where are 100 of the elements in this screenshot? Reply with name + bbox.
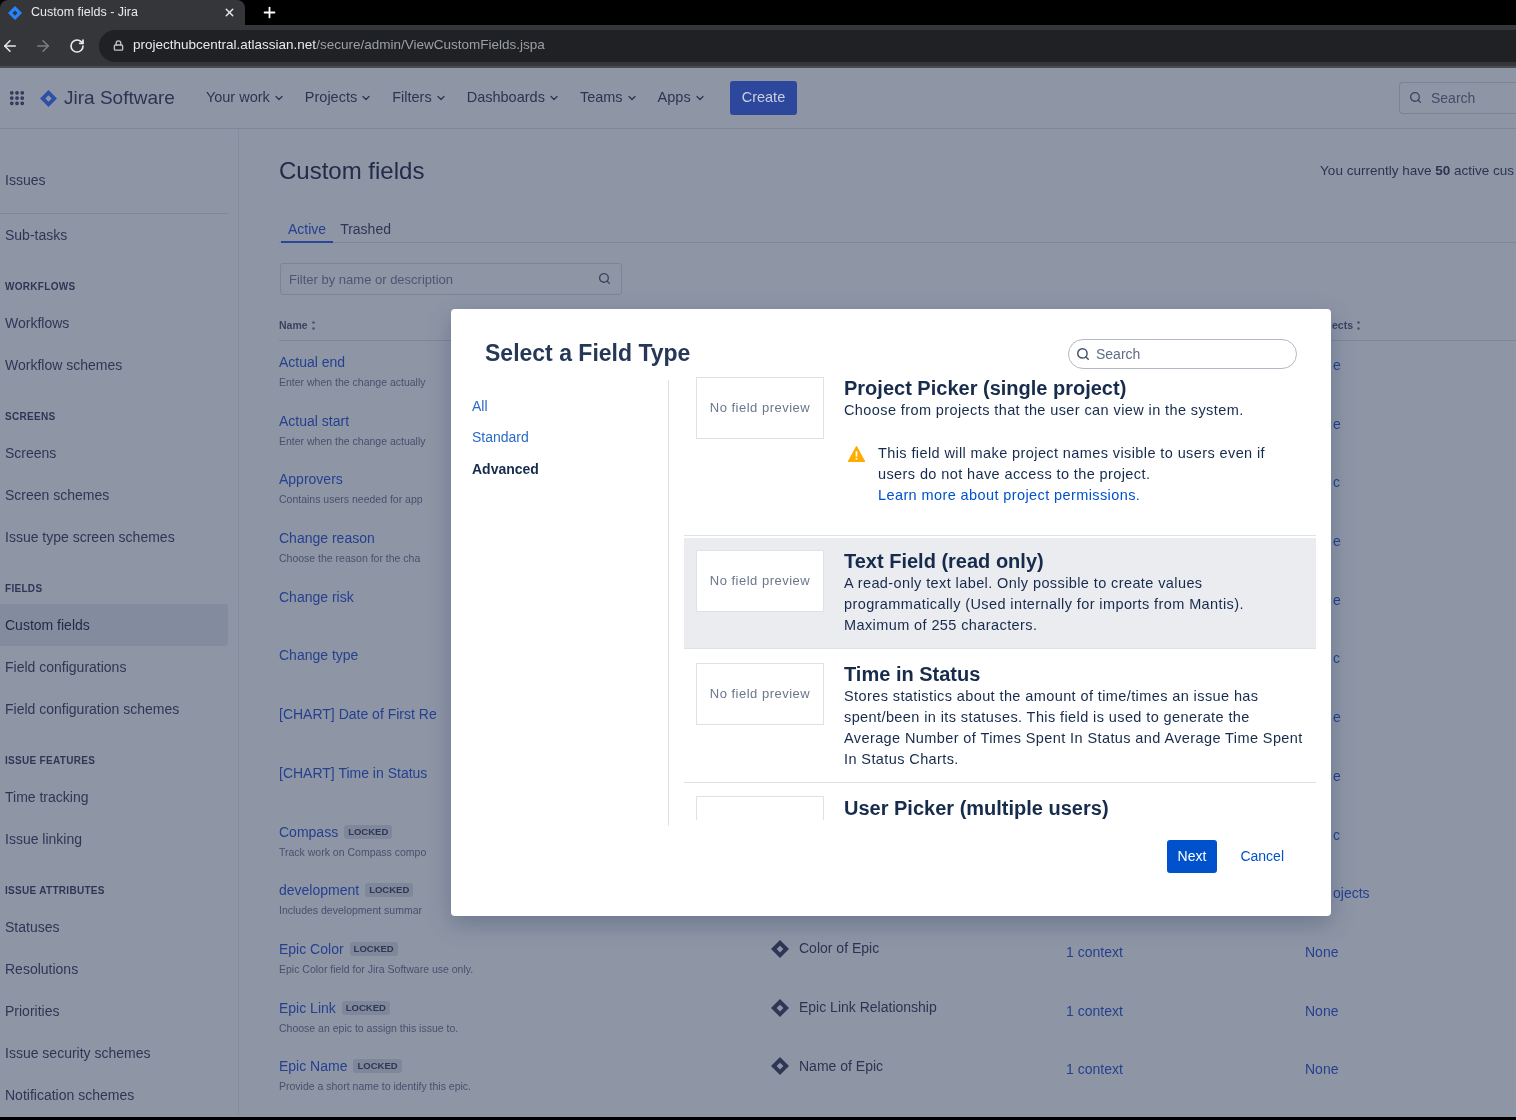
category-link[interactable]: All	[472, 396, 488, 415]
address-bar[interactable]: projecthubcentral.atlassian.net/secure/admin/ViewCustomFields.jspa	[99, 29, 1516, 62]
category-link[interactable]: Standard	[472, 428, 529, 447]
cell-link[interactable]: e	[1333, 357, 1341, 373]
field-type-option[interactable]: No field preview Text Field (read only) A read-only text label. Only possible to create values programmatically (Used internally for imports from Mantis). Maximum of 255 characters.	[684, 538, 1316, 649]
locked-badge: LOCKED	[341, 1000, 390, 1015]
cell-link[interactable]: e	[1333, 709, 1341, 726]
cell-link[interactable]: e	[1333, 591, 1341, 608]
sidebar-item[interactable]: Field configuration schemes	[0, 688, 228, 730]
cancel-button[interactable]: Cancel	[1229, 840, 1295, 873]
sidebar-item[interactable]: Screens	[0, 432, 228, 474]
reload-icon[interactable]	[69, 37, 85, 54]
filter-field[interactable]: Filter by name or description	[280, 263, 622, 295]
app-grid-icon[interactable]	[8, 89, 26, 107]
cell-link[interactable]: None	[1305, 1002, 1339, 1019]
field-name-link[interactable]: Epic Name	[279, 1057, 348, 1076]
field-name-link[interactable]: [CHART] Time in Status	[279, 763, 428, 782]
search-field[interactable]: Search	[1068, 339, 1297, 369]
close-icon[interactable]	[223, 6, 236, 19]
category-link[interactable]: Advanced	[472, 459, 539, 478]
context-link[interactable]: 1 context	[1066, 943, 1123, 960]
field-name-link[interactable]: Compass	[279, 822, 339, 841]
field-name-link[interactable]: Change risk	[279, 587, 354, 606]
nav-menu[interactable]: Your work	[195, 82, 295, 114]
diamond-icon	[771, 998, 789, 1017]
sidebar-item[interactable]: Time tracking	[0, 776, 228, 818]
cell-link[interactable]: e	[1333, 533, 1341, 550]
nav-menu[interactable]: Dashboards	[456, 82, 570, 114]
cell-link[interactable]: ojects	[1333, 885, 1370, 902]
field-description: Enter when the change actually	[279, 376, 426, 388]
sidebar-item[interactable]: Resolutions	[0, 948, 228, 990]
sidebar-item[interactable]: Field configurations	[0, 646, 228, 688]
column-header[interactable]: ects	[1332, 317, 1353, 333]
section-heading: WORKFLOWS	[5, 281, 76, 292]
locked-badge: LOCKED	[344, 824, 393, 839]
sidebar-item[interactable]: Issues	[0, 159, 228, 201]
locked-badge: LOCKED	[349, 941, 398, 956]
cell-link[interactable]: c	[1333, 826, 1340, 843]
search-field[interactable]: Search	[1399, 82, 1516, 114]
nav-menu[interactable]: Teams	[569, 82, 648, 114]
field-description: Choose the reason for the cha	[279, 552, 421, 565]
field-description: Choose an epic to assign this issue to.	[279, 1021, 459, 1034]
field-name-link[interactable]: Approvers	[279, 470, 343, 489]
field-count-text: You currently have 50 active cus	[1320, 161, 1515, 180]
search-icon	[1076, 347, 1090, 361]
tab[interactable]: Active	[281, 218, 334, 243]
sort-icon[interactable]	[1357, 321, 1360, 330]
field-name-link[interactable]: Epic Link	[279, 998, 336, 1017]
field-name-link[interactable]: Actual end	[279, 353, 346, 371]
sidebar-item[interactable]: Workflows	[0, 302, 228, 344]
sidebar-item[interactable]: Sub-tasks	[0, 214, 228, 256]
sidebar-item[interactable]: Issue linking	[0, 818, 228, 860]
section-heading: ISSUE FEATURES	[5, 755, 96, 766]
column-header[interactable]: Name	[279, 317, 308, 333]
sidebar-item[interactable]: Priorities	[0, 990, 228, 1032]
sidebar-item[interactable]: Notification schemes	[0, 1074, 228, 1116]
product-name[interactable]: Jira Software	[64, 83, 175, 113]
cell-link[interactable]: None	[1305, 943, 1339, 960]
field-name-link[interactable]: Change type	[279, 646, 359, 665]
cell-link[interactable]: c	[1333, 650, 1340, 667]
sort-icon[interactable]	[311, 321, 315, 330]
field-type-text: Color of Epic	[799, 939, 880, 959]
create-button[interactable]: Create	[729, 81, 798, 115]
field-description: Epic Color field for Jira Software use only.	[279, 962, 474, 975]
learn-more-link[interactable]: Learn more about project permissions.	[878, 487, 1141, 503]
field-name-link[interactable]: Epic Color	[279, 939, 344, 958]
cell-link[interactable]: e	[1333, 415, 1341, 432]
cell-link[interactable]: c	[1333, 474, 1340, 491]
sidebar-item[interactable]: Issue security schemes	[0, 1032, 228, 1074]
tab[interactable]: Trashed	[333, 218, 398, 243]
field-name-link[interactable]: Actual start	[279, 411, 350, 430]
nav-menu[interactable]: Apps	[647, 82, 716, 114]
url-text: projecthubcentral.atlassian.net/secure/admin/ViewCustomFields.jspa	[133, 36, 545, 55]
locked-badge: LOCKED	[365, 883, 414, 898]
sidebar-item[interactable]: Custom fields	[0, 604, 228, 646]
field-type-description: A read-only text label. Only possible to create values programmatically (Used internally for imports from Mantis). Maximum of 255 characters.	[844, 574, 1245, 635]
field-type-text: Epic Link Relationship	[799, 998, 937, 1018]
nav-menu[interactable]: Filters	[382, 82, 457, 114]
context-link[interactable]: 1 context	[1066, 1002, 1123, 1019]
preview-box: No field preview	[696, 377, 824, 439]
next-button[interactable]: Next	[1166, 840, 1218, 873]
page-title: Custom fields	[279, 156, 425, 186]
warning-icon	[848, 446, 865, 462]
field-name-link[interactable]: [CHART] Date of First Re	[279, 705, 437, 724]
cell-link[interactable]: None	[1305, 1061, 1339, 1078]
browser-tab[interactable]: Custom fields - Jira	[0, 0, 245, 25]
sidebar-item[interactable]: Statuses	[0, 906, 228, 948]
field-type-text: Name of Epic	[799, 1056, 884, 1076]
sidebar-item[interactable]: Screen schemes	[0, 474, 228, 516]
new-tab-icon[interactable]	[261, 4, 278, 21]
cell-link[interactable]: e	[1333, 767, 1341, 784]
sidebar-item[interactable]: Workflow schemes	[0, 344, 228, 386]
field-name-link[interactable]: Change reason	[279, 529, 375, 548]
diamond-logo-icon	[40, 89, 57, 107]
section-heading: FIELDS	[5, 583, 43, 594]
sidebar-item[interactable]: Issue type screen schemes	[0, 516, 228, 558]
nav-menu[interactable]: Projects	[294, 82, 383, 114]
search-icon	[1409, 91, 1422, 104]
field-name-link[interactable]: development	[279, 881, 360, 900]
context-link[interactable]: 1 context	[1066, 1061, 1123, 1078]
